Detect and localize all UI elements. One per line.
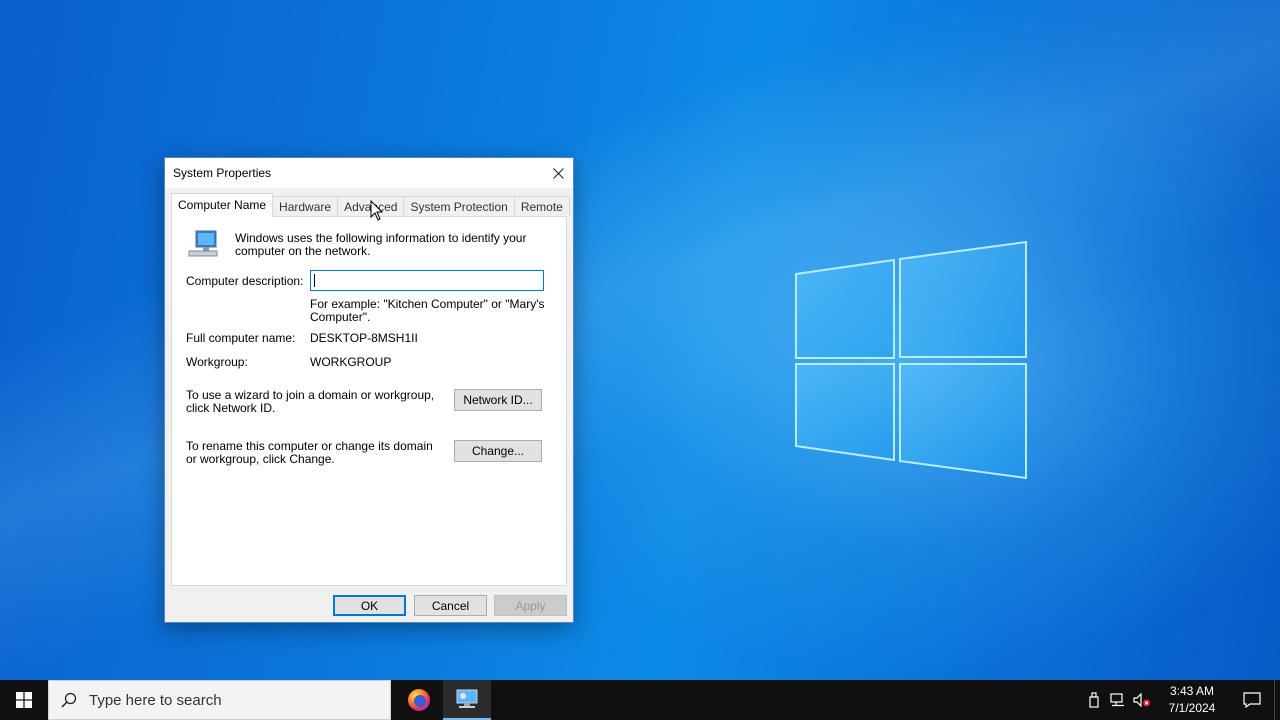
clock-date: 7/1/2024 — [1168, 701, 1216, 715]
dialog-titlebar[interactable]: System Properties — [165, 158, 573, 188]
network-id-instructions: To use a wizard to join a domain or work… — [186, 388, 435, 415]
usb-device-icon[interactable] — [1082, 680, 1106, 720]
intro-text: Windows uses the following information t… — [235, 231, 527, 258]
dialog-title: System Properties — [173, 166, 272, 180]
taskbar-search-box[interactable]: Type here to search — [48, 680, 391, 720]
search-placeholder: Type here to search — [89, 691, 222, 709]
computer-icon — [188, 230, 218, 257]
change-button[interactable]: Change... — [454, 440, 542, 462]
system-tray: 3:43 AM 7/1/2024 — [1082, 680, 1280, 720]
network-icon[interactable] — [1106, 680, 1130, 720]
text-caret — [314, 274, 315, 287]
network-id-button[interactable]: Network ID... — [454, 389, 542, 411]
taskbar-firefox[interactable] — [395, 680, 443, 720]
system-properties-icon — [456, 689, 478, 708]
ok-button[interactable]: OK — [333, 595, 406, 616]
full-computer-name-label: Full computer name: — [186, 331, 296, 345]
tab-hardware[interactable]: Hardware — [272, 196, 339, 217]
system-properties-dialog: System Properties Computer Name Hardware… — [164, 157, 574, 623]
computer-description-label: Computer description: — [186, 274, 304, 288]
show-desktop-button[interactable] — [1274, 680, 1280, 720]
close-button[interactable] — [543, 158, 573, 188]
workgroup-value: WORKGROUP — [310, 355, 392, 369]
firefox-icon — [408, 689, 430, 711]
windows-start-icon — [16, 692, 32, 708]
rename-instructions: To rename this computer or change its do… — [186, 439, 433, 466]
notification-icon — [1243, 692, 1261, 708]
volume-muted-icon[interactable] — [1130, 680, 1154, 720]
cancel-button[interactable]: Cancel — [414, 595, 487, 616]
workgroup-label: Workgroup: — [186, 355, 248, 369]
tab-computer-name[interactable]: Computer Name — [171, 193, 274, 217]
taskbar-clock[interactable]: 3:43 AM 7/1/2024 — [1154, 683, 1230, 717]
action-center-button[interactable] — [1230, 680, 1274, 720]
tab-remote[interactable]: Remote — [513, 196, 570, 217]
search-icon — [61, 692, 77, 708]
apply-button: Apply — [494, 595, 567, 616]
computer-name-panel: Windows uses the following information t… — [171, 216, 567, 586]
computer-description-input[interactable] — [310, 270, 544, 291]
close-icon — [552, 167, 564, 179]
tab-system-protection[interactable]: System Protection — [403, 196, 515, 217]
start-button[interactable] — [0, 680, 48, 720]
description-example-text: For example: "Kitchen Computer" or "Mary… — [310, 297, 545, 324]
mouse-cursor-icon — [370, 200, 383, 221]
windows-logo-wallpaper-icon — [795, 240, 1027, 480]
taskbar: Type here to search 3:43 AM 7/1/2024 — [0, 680, 1280, 720]
full-computer-name-value: DESKTOP-8MSH1II — [310, 331, 418, 345]
taskbar-system-properties[interactable] — [443, 680, 491, 720]
clock-time: 3:43 AM — [1169, 684, 1215, 698]
